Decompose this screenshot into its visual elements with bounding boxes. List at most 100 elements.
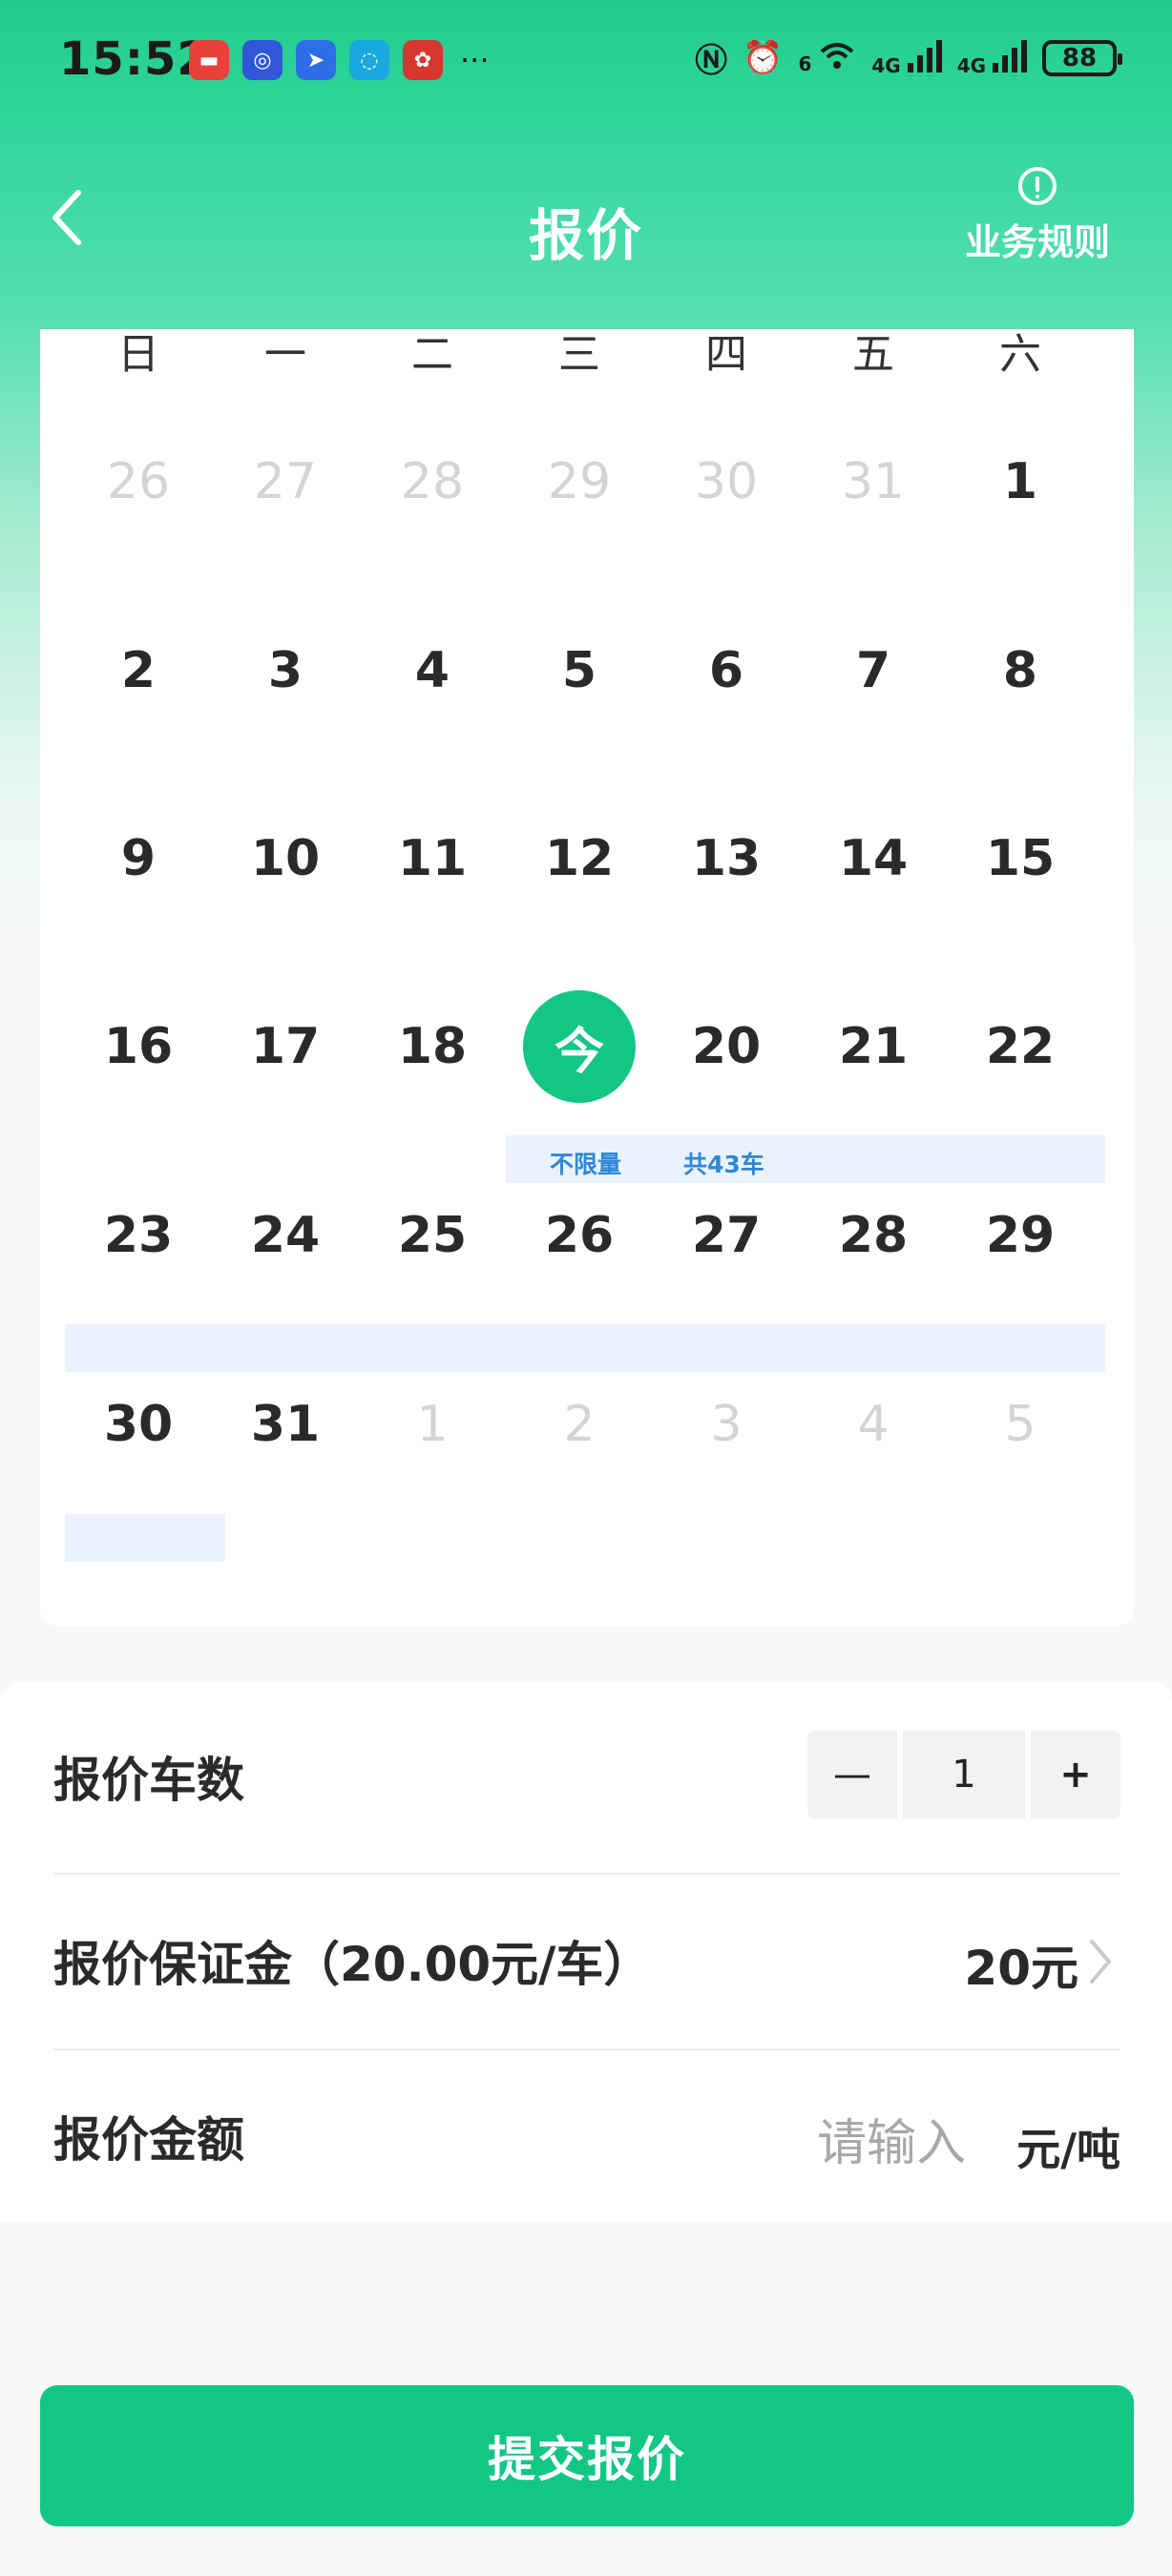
calendar-day[interactable]: 9: [65, 801, 212, 916]
calendar-day[interactable]: 10: [212, 801, 359, 916]
calendar-day[interactable]: 22: [947, 989, 1094, 1104]
business-rules-label: 业务规则: [964, 221, 1110, 263]
submit-quote-button[interactable]: 提交报价: [40, 2385, 1134, 2526]
amount-row: 报价金额 元/吨: [53, 2050, 1120, 2224]
info-icon: [1018, 167, 1057, 205]
today-marker: 今: [523, 990, 636, 1103]
signal-2-label: 4G: [956, 54, 987, 77]
battery-level: 88: [1061, 43, 1098, 73]
calendar-week-row: 30 31 1 2 3 4 5: [40, 1367, 1134, 1482]
calendar-day[interactable]: 24: [212, 1178, 359, 1293]
amount-unit: 元/吨: [1016, 2124, 1120, 2175]
calendar-day-other-month[interactable]: 5: [947, 1367, 1094, 1482]
deposit-value: 20元: [964, 1941, 1078, 1996]
calendar-day[interactable]: 28: [800, 1178, 947, 1293]
weekday-label: 三: [558, 330, 600, 379]
calendar-day[interactable]: 25: [359, 1178, 506, 1293]
calendar-day[interactable]: 4: [359, 613, 506, 728]
calendar-day[interactable]: 16: [65, 989, 212, 1104]
quantity-label: 报价车数: [53, 1753, 244, 1808]
calendar-day[interactable]: 1: [947, 425, 1094, 539]
calendar-week-row: 26 27 28 29 30 31 1: [40, 425, 1134, 539]
calendar-day-other-month[interactable]: 2: [506, 1367, 653, 1482]
weekday-label: 日: [117, 330, 159, 379]
calendar-day[interactable]: 7: [800, 613, 947, 728]
calendar-day-other-month[interactable]: 30: [653, 425, 800, 539]
calendar-day[interactable]: 6: [653, 613, 800, 728]
calendar-day[interactable]: 18: [359, 989, 506, 1104]
signal-1-label: 4G: [871, 54, 901, 77]
deposit-row[interactable]: 报价保证金（20.00元/车） 20元: [53, 1875, 1120, 2048]
huawei-icon: ▬: [189, 40, 229, 80]
calendar-day-other-month[interactable]: 28: [359, 425, 506, 539]
weekday-label: 五: [852, 330, 894, 379]
increment-button[interactable]: +: [1031, 1731, 1120, 1818]
calendar-week-row: 2345678: [40, 613, 1134, 728]
more-notifications-icon: ···: [460, 42, 490, 78]
calendar-day-other-month[interactable]: 4: [800, 1367, 947, 1482]
range-limit-label: 不限量: [550, 1151, 622, 1178]
quantity-value[interactable]: 1: [903, 1731, 1025, 1818]
calendar-day-other-month[interactable]: 31: [800, 425, 947, 539]
status-bar: 15:52 ▬ ◎ ➤ ◌ ✿ ··· Ⓝ ⏰ 6 4G 4G 88: [0, 0, 1172, 114]
amount-input[interactable]: [678, 2109, 968, 2178]
weekday-header: 日一二三四五六: [40, 329, 1134, 379]
range-total-label: 共43车: [683, 1151, 764, 1178]
calendar-day[interactable]: 17: [212, 989, 359, 1104]
calendar-day[interactable]: 5: [506, 613, 653, 728]
dingtalk-icon: ➤: [296, 40, 336, 80]
weekday-label: 二: [411, 330, 453, 379]
calendar-day[interactable]: 29: [947, 1178, 1094, 1293]
calendar-day[interactable]: 2: [65, 613, 212, 728]
calendar-day-other-month[interactable]: 27: [212, 425, 359, 539]
decrement-button[interactable]: —: [807, 1731, 897, 1818]
range-band-row7: [65, 1514, 225, 1562]
calendar-day[interactable]: 3: [212, 613, 359, 728]
wifi-label: 6: [798, 52, 812, 75]
amount-label: 报价金额: [53, 2112, 244, 2168]
range-band-row5: 不限量 共43车: [506, 1135, 1105, 1183]
calendar-day[interactable]: 20: [653, 989, 800, 1104]
calendar-day-other-month[interactable]: 3: [653, 1367, 800, 1482]
calendar-week-row: 23 24 25 26 27 28 29: [40, 1178, 1134, 1293]
calendar-week-row: 16 17 18 今 20 21 22: [40, 989, 1134, 1104]
calendar-day[interactable]: 11: [359, 801, 506, 916]
notification-icons: ▬ ◎ ➤ ◌ ✿ ···: [189, 40, 490, 80]
range-band-row6: [65, 1324, 1105, 1372]
wifi-icon: 6: [798, 40, 856, 75]
calendar-day[interactable]: 31: [212, 1367, 359, 1482]
calendar-day[interactable]: 13: [653, 801, 800, 916]
calendar: 日一二三四五六 26 27 28 29 30 31 1 2 3 4 5 6 7 8 9 10 11 12 13 14 1…: [40, 329, 1134, 1627]
deposit-label: 报价保证金（20.00元/车）: [53, 1937, 652, 1992]
signal-1-icon: 4G: [871, 38, 942, 77]
business-rules-button[interactable]: 业务规则: [956, 167, 1119, 265]
calendar-day[interactable]: 12: [506, 801, 653, 916]
flower-app-icon: ✿: [403, 40, 443, 80]
calendar-day-other-month[interactable]: 1: [359, 1367, 506, 1482]
calendar-day[interactable]: 15: [947, 801, 1094, 916]
chevron-right-icon: [1090, 1940, 1111, 1984]
calendar-day[interactable]: 21: [800, 989, 947, 1104]
ring-app-icon: ◎: [242, 40, 283, 80]
signal-2-icon: 4G: [957, 38, 1027, 77]
calendar-day-other-month[interactable]: 26: [65, 425, 212, 539]
battery-icon: 88: [1042, 39, 1122, 76]
calendar-day-today[interactable]: 今: [506, 989, 653, 1104]
calendar-day[interactable]: 8: [947, 613, 1094, 728]
weekday-label: 四: [705, 330, 747, 379]
calendar-day[interactable]: 23: [65, 1178, 212, 1293]
calendar-day[interactable]: 26: [506, 1178, 653, 1293]
calendar-day[interactable]: 27: [653, 1178, 800, 1293]
calendar-day[interactable]: 30: [65, 1367, 212, 1482]
system-icons: Ⓝ ⏰ 6 4G 4G 88: [695, 34, 1122, 81]
alarm-icon: ⏰: [743, 38, 784, 77]
calendar-day-other-month[interactable]: 29: [506, 425, 653, 539]
chat-app-icon: ◌: [349, 40, 389, 80]
quantity-row: 报价车数 — 1 +: [53, 1681, 1120, 1855]
quantity-stepper: — 1 +: [807, 1731, 1120, 1818]
calendar-day[interactable]: 14: [800, 801, 947, 916]
calendar-week-row: 9 10 11 12 13 14 15: [40, 801, 1134, 916]
weekday-label: 一: [264, 330, 306, 379]
weekday-label: 六: [999, 330, 1041, 379]
quote-form: 报价车数 — 1 + 报价保证金（20.00元/车） 20元 报价金额 元/吨: [0, 1681, 1172, 2222]
